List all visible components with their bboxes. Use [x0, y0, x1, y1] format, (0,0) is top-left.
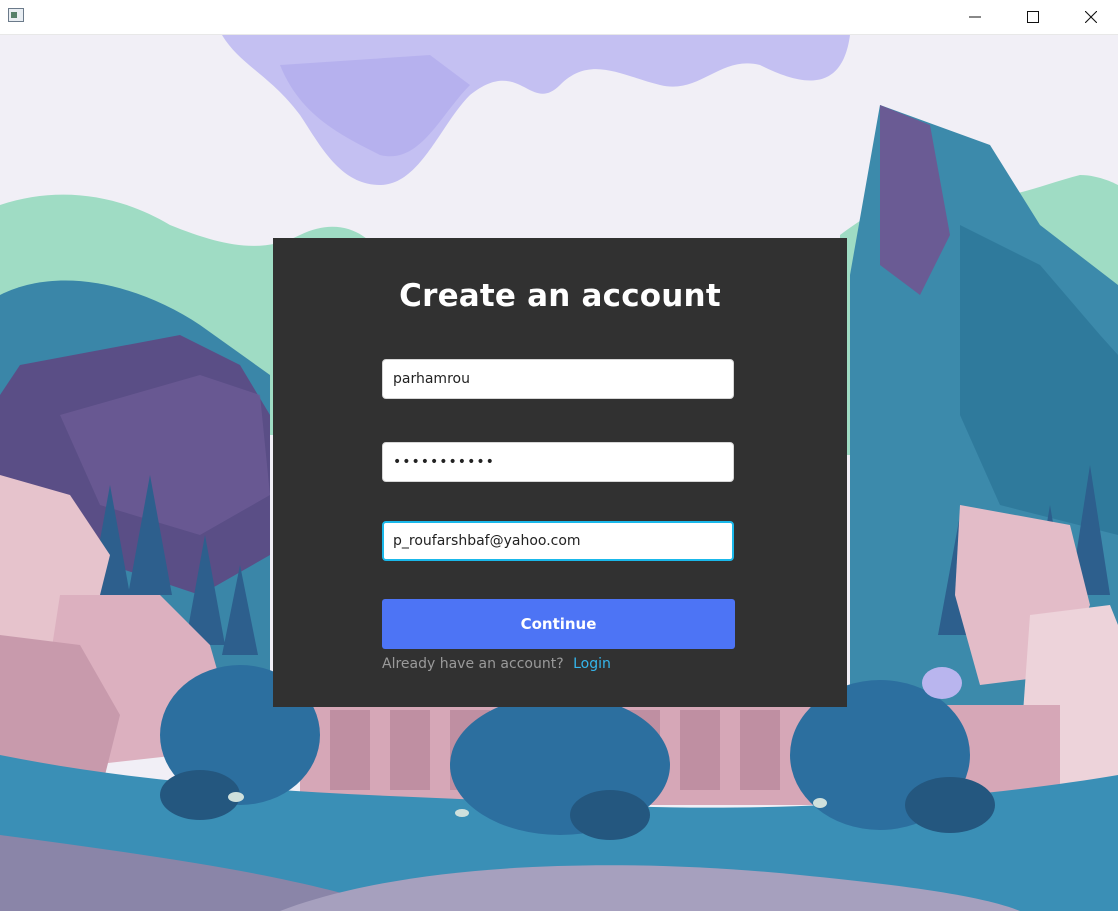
login-row: Already have an account? Login — [382, 656, 611, 672]
maximize-icon — [1027, 11, 1039, 23]
maximize-button[interactable] — [1004, 0, 1062, 34]
title-bar — [0, 0, 1118, 35]
close-button[interactable] — [1062, 0, 1118, 34]
minimize-icon — [969, 16, 981, 18]
close-icon — [1085, 11, 1097, 23]
email-field[interactable] — [382, 521, 734, 561]
signup-panel: Create an account Continue Already have … — [273, 238, 847, 707]
minimize-button[interactable] — [946, 0, 1004, 34]
username-field[interactable] — [382, 359, 734, 399]
password-field[interactable] — [382, 442, 734, 482]
page-title: Create an account — [399, 278, 721, 314]
login-prompt: Already have an account? — [382, 656, 564, 672]
login-link[interactable]: Login — [573, 656, 611, 672]
app-window-icon — [8, 8, 24, 22]
continue-button[interactable]: Continue — [382, 599, 735, 649]
